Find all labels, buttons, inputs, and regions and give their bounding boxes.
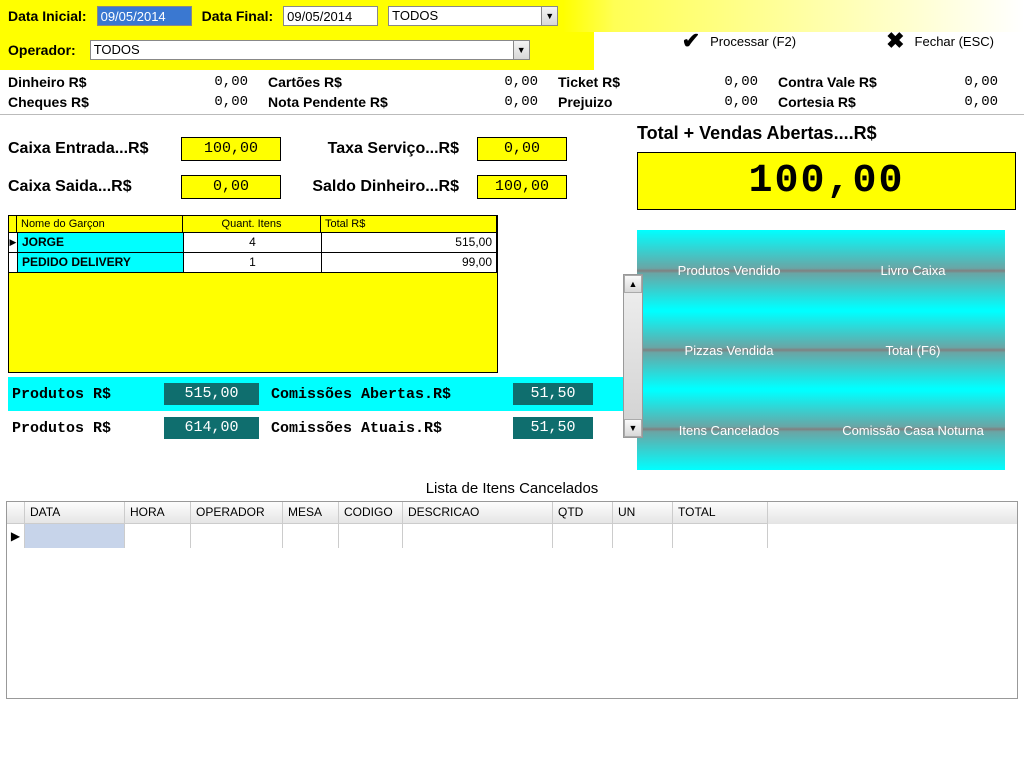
col-qtd: Quant. Itens (183, 216, 321, 232)
caixa-entrada-label: Caixa Entrada...R$ (8, 140, 163, 158)
col-total: Total R$ (321, 216, 497, 232)
contravale-value: 0,00 (918, 74, 998, 90)
caixa-saida-label: Caixa Saida...R$ (8, 178, 163, 196)
cortesia-value: 0,00 (918, 94, 998, 110)
cheques-label: Cheques R$ (8, 94, 138, 110)
contravale-label: Contra Vale R$ (778, 74, 918, 90)
cancel-grid[interactable]: DATA HORA OPERADOR MESA CODIGO DESCRICAO… (6, 501, 1018, 699)
taxa-value: 0,00 (477, 137, 567, 161)
fechar-label: Fechar (ESC) (915, 34, 994, 49)
grid-scrollbar[interactable]: ▲ ▼ (623, 274, 643, 438)
comissao-noturna-button[interactable]: Comissão Casa Noturna (821, 390, 1005, 470)
col-mesa: MESA (283, 502, 339, 524)
cartoes-value: 0,00 (438, 74, 538, 90)
data-inicial-label: Data Inicial: (8, 8, 87, 24)
comissoes-abertas-value: 51,50 (513, 383, 593, 405)
cancel-list-title: Lista de Itens Cancelados (0, 480, 1024, 497)
nota-label: Nota Pendente R$ (268, 94, 438, 110)
col-operador: OPERADOR (191, 502, 283, 524)
cell-qtd: 4 (184, 233, 322, 252)
col-qtd: QTD (553, 502, 613, 524)
saldo-label: Saldo Dinheiro...R$ (299, 178, 459, 196)
dinheiro-label: Dinheiro R$ (8, 74, 138, 90)
grid-empty-area (9, 272, 497, 372)
cell-qtd: 1 (184, 253, 322, 272)
data-final-label: Data Final: (202, 8, 274, 24)
total-f6-button[interactable]: Total (F6) (821, 310, 1005, 390)
col-nome: Nome do Garçon (17, 216, 183, 232)
tipo-combo[interactable]: TODOS ▼ (388, 6, 558, 26)
tipo-combo-value: TODOS (389, 7, 541, 25)
prejuizo-value: 0,00 (658, 94, 758, 110)
livro-caixa-button[interactable]: Livro Caixa (821, 230, 1005, 310)
dinheiro-value: 0,00 (138, 74, 248, 90)
operador-row: Operador: TODOS ▼ (0, 32, 594, 70)
pizzas-vendida-button[interactable]: Pizzas Vendida (637, 310, 821, 390)
scroll-down-icon[interactable]: ▼ (624, 419, 642, 437)
data-final-input[interactable] (283, 6, 378, 26)
operador-label: Operador: (8, 42, 76, 58)
check-icon: ✔ (682, 28, 700, 54)
cell-total: 99,00 (322, 253, 497, 272)
cell-nome: PEDIDO DELIVERY (18, 253, 184, 272)
data-inicial-input[interactable] (97, 6, 192, 26)
total-open-value: 100,00 (637, 152, 1016, 210)
processar-label: Processar (F2) (710, 34, 796, 49)
nota-value: 0,00 (438, 94, 538, 110)
cell-total: 515,00 (322, 233, 497, 252)
chevron-down-icon: ▼ (541, 7, 557, 25)
totals-row: Dinheiro R$0,00 Cheques R$0,00 Cartões R… (0, 70, 1024, 115)
col-data: DATA (25, 502, 125, 524)
table-row[interactable]: PEDIDO DELIVERY 1 99,00 (9, 252, 497, 272)
operador-combo[interactable]: TODOS ▼ (90, 40, 530, 60)
scroll-up-icon[interactable]: ▲ (624, 275, 642, 293)
col-total: TOTAL (673, 502, 768, 524)
row-indicator-icon: ▶ (9, 233, 18, 252)
processar-button[interactable]: ✔ Processar (F2) (682, 28, 796, 54)
produtos-vendido-button[interactable]: Produtos Vendido (637, 230, 821, 310)
cheques-value: 0,00 (138, 94, 248, 110)
garcon-grid[interactable]: Nome do Garçon Quant. Itens Total R$ ▶ J… (8, 215, 498, 373)
col-hora: HORA (125, 502, 191, 524)
taxa-label: Taxa Serviço...R$ (299, 140, 459, 158)
col-un: UN (613, 502, 673, 524)
cortesia-label: Cortesia R$ (778, 94, 918, 110)
ticket-value: 0,00 (658, 74, 758, 90)
cell-nome: JORGE (18, 233, 184, 252)
comissoes-abertas-label: Comissões Abertas.R$ (271, 386, 501, 403)
fechar-button[interactable]: ✖ Fechar (ESC) (886, 28, 994, 54)
total-open-label: Total + Vendas Abertas....R$ (637, 123, 1016, 144)
saldo-value: 100,00 (477, 175, 567, 199)
produtos2-label: Produtos R$ (12, 420, 152, 437)
itens-cancelados-button[interactable]: Itens Cancelados (637, 390, 821, 470)
table-row[interactable]: ▶ (7, 524, 1017, 548)
header-actions: ✔ Processar (F2) ✖ Fechar (ESC) (682, 28, 994, 54)
produtos2-value: 614,00 (164, 417, 259, 439)
products-band: Produtos R$ 515,00 Comissões Abertas.R$ … (8, 377, 628, 445)
close-icon: ✖ (886, 28, 904, 54)
action-panel: Produtos Vendido Livro Caixa Pizzas Vend… (637, 230, 1005, 470)
produtos1-value: 515,00 (164, 383, 259, 405)
operador-combo-value: TODOS (91, 41, 513, 59)
col-descricao: DESCRICAO (403, 502, 553, 524)
chevron-down-icon: ▼ (513, 41, 529, 59)
table-row[interactable]: ▶ JORGE 4 515,00 (9, 232, 497, 252)
produtos1-label: Produtos R$ (12, 386, 152, 403)
cartoes-label: Cartões R$ (268, 74, 438, 90)
prejuizo-label: Prejuizo (558, 94, 658, 110)
ticket-label: Ticket R$ (558, 74, 658, 90)
row-indicator-icon: ▶ (7, 524, 25, 548)
comissoes-atuais-value: 51,50 (513, 417, 593, 439)
caixa-entrada-value: 100,00 (181, 137, 281, 161)
caixa-saida-value: 0,00 (181, 175, 281, 199)
comissoes-atuais-label: Comissões Atuais.R$ (271, 420, 501, 437)
col-codigo: CODIGO (339, 502, 403, 524)
